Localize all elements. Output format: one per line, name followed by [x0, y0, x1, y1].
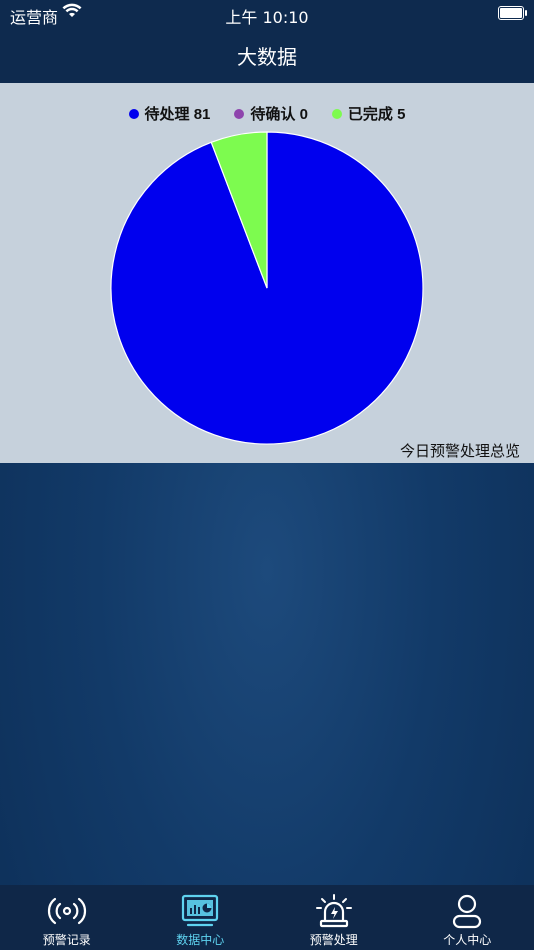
- tab-personal-center[interactable]: 个人中心: [401, 885, 534, 950]
- dashboard-monitor-icon: [182, 894, 219, 927]
- legend-dot-to-confirm: [234, 108, 245, 119]
- tab-label: 预警记录: [42, 933, 91, 947]
- tab-label: 个人中心: [443, 933, 492, 947]
- legend-label-pending: 待处理 81: [144, 106, 211, 123]
- broadcast-icon: [47, 897, 86, 925]
- legend-dot-completed: [331, 108, 342, 119]
- legend-item-pending[interactable]: 待处理 81: [128, 103, 211, 124]
- tab-warning-handling[interactable]: 预警处理: [267, 885, 401, 950]
- legend-item-to-confirm[interactable]: 待确认 0: [234, 103, 308, 124]
- chart-panel: 待处理 81 待确认 0 已完成 5 今日预警处理总览: [0, 83, 534, 463]
- battery-icon: [498, 6, 527, 20]
- alarm-light-icon: [315, 894, 352, 928]
- chart-legend: 待处理 81 待确认 0 已完成 5: [0, 103, 534, 124]
- chart-caption: 今日预警处理总览: [399, 442, 520, 460]
- tab-data-center[interactable]: 数据中心: [134, 885, 268, 950]
- legend-label-to-confirm: 待确认 0: [250, 106, 308, 123]
- legend-dot-pending: [128, 108, 139, 119]
- page-title: 大数据: [237, 45, 297, 69]
- person-icon: [453, 894, 482, 929]
- tab-warning-records[interactable]: 预警记录: [0, 885, 134, 950]
- clock: 上午 10:10: [225, 8, 309, 27]
- legend-label-completed: 已完成 5: [347, 106, 406, 123]
- tab-bar: 预警记录 数据中心 预警处理 个人中心: [0, 885, 534, 950]
- legend-item-completed[interactable]: 已完成 5: [331, 103, 406, 124]
- nav-bar: 大数据: [0, 28, 534, 83]
- pie-chart[interactable]: [0, 83, 534, 463]
- tab-label: 预警处理: [309, 933, 358, 947]
- tab-label: 数据中心: [176, 933, 225, 947]
- status-bar: 运营商 上午 10:10: [0, 0, 534, 28]
